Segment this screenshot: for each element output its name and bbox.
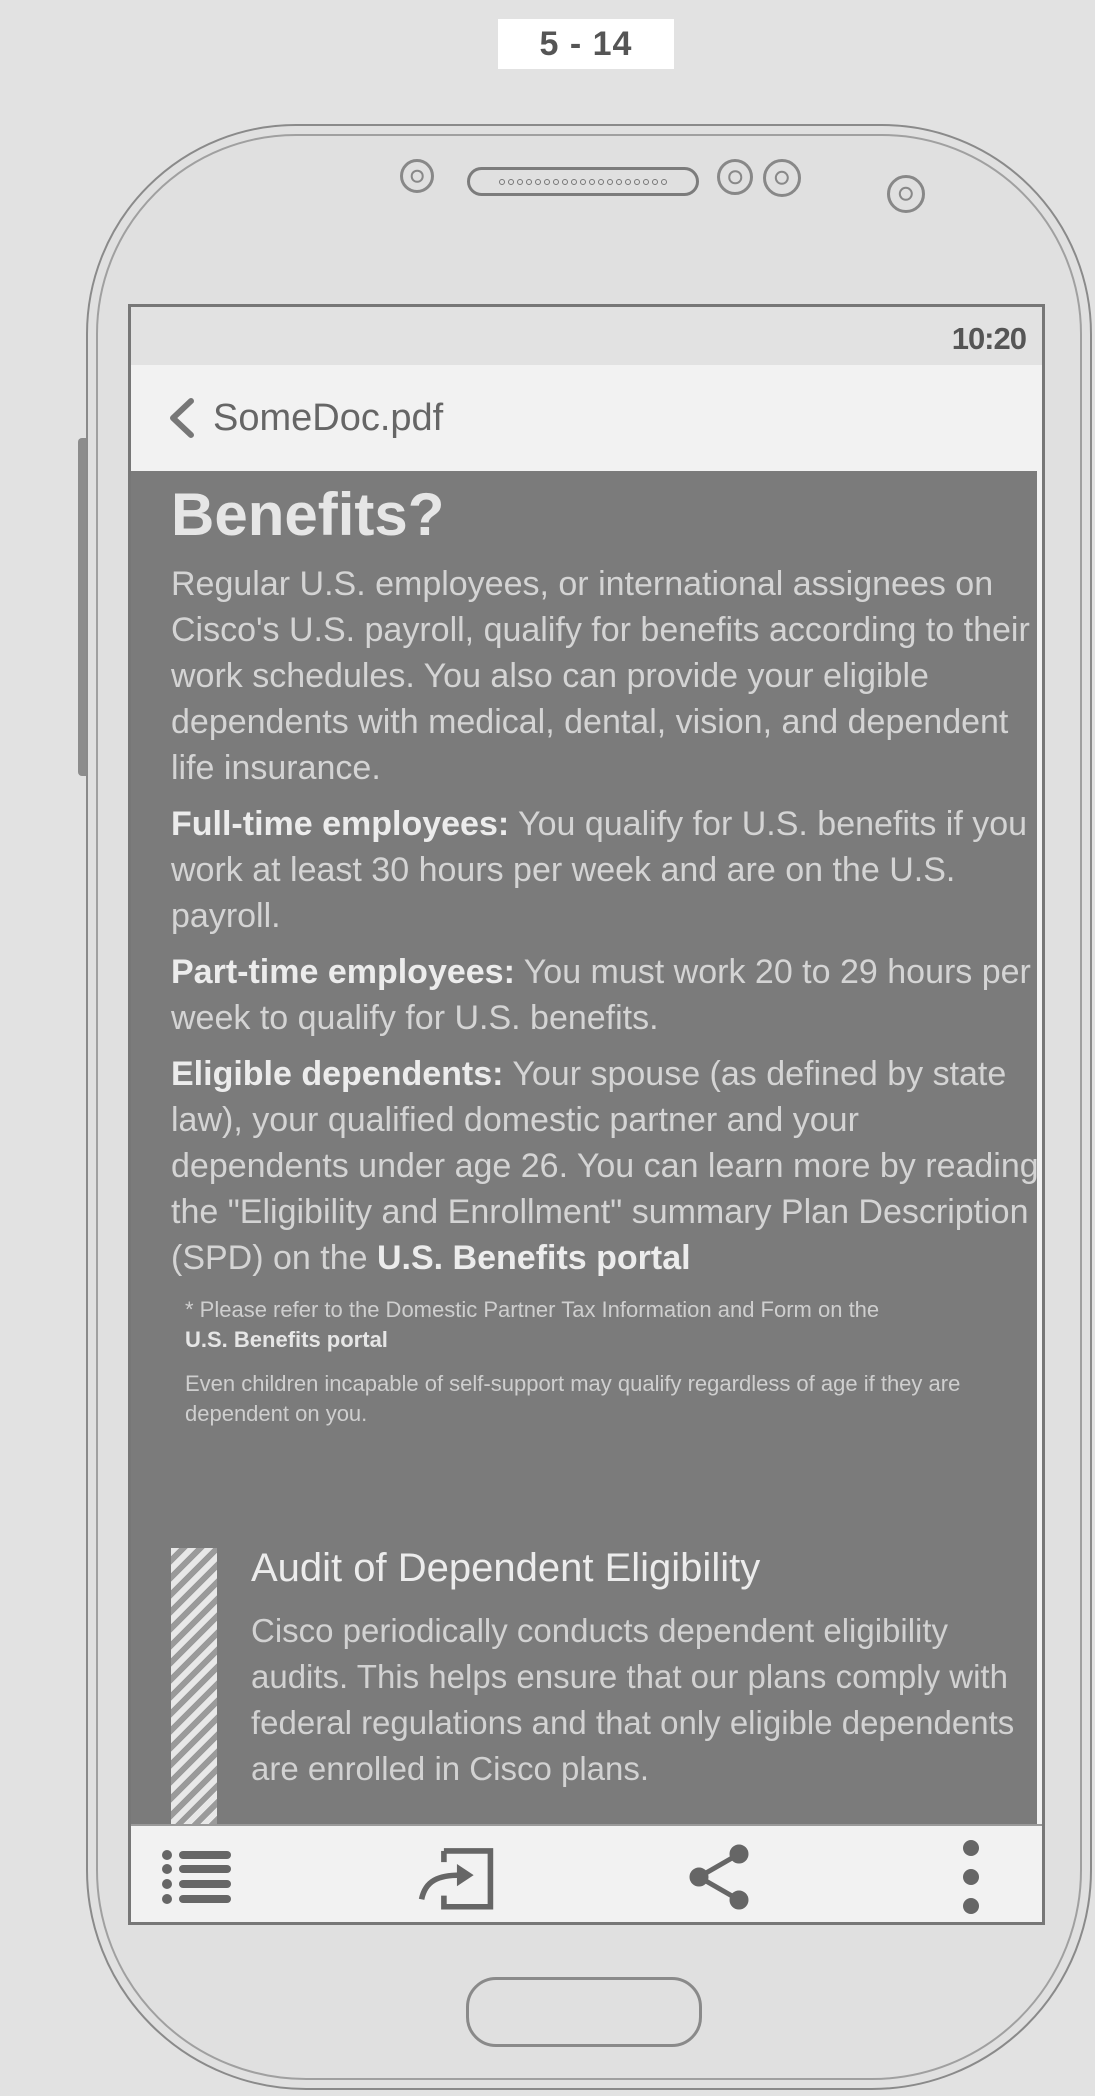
fulltime-label: Full-time employees: <box>171 805 510 843</box>
page-heading: Benefits? <box>171 481 445 548</box>
share-button[interactable] <box>679 1842 759 1912</box>
benefits-portal-link[interactable]: U.S. Benefits portal <box>377 1239 691 1277</box>
side-button <box>78 438 86 776</box>
footnote-text: Even children incapable of self-support … <box>185 1371 961 1426</box>
sensor-icon <box>400 159 434 193</box>
section-marker <box>171 1548 217 1824</box>
more-button[interactable] <box>951 1840 991 1914</box>
fulltime-paragraph: Full-time employees: You qualify for U.S… <box>171 801 1037 939</box>
status-time: 10:20 <box>951 321 1027 356</box>
light-sensor-icon <box>887 175 925 213</box>
camera-icon <box>763 159 801 197</box>
intro-paragraph: Regular U.S. employees, or international… <box>171 565 1030 787</box>
document-view[interactable]: Benefits? Regular U.S. employees, or int… <box>131 471 1037 1824</box>
status-bar: 10:20 <box>131 307 1042 365</box>
document-page: Benefits? Regular U.S. employees, or int… <box>171 471 1037 1429</box>
speaker-grille <box>467 167 699 196</box>
footnote: * Please refer to the Domestic Partner T… <box>185 1295 1037 1355</box>
section-paragraph: Cisco periodically conducts dependent el… <box>251 1612 1015 1787</box>
dependents-paragraph: Eligible dependents: Your spouse (as def… <box>171 1051 1037 1281</box>
footnote-text: * Please refer to the Domestic Partner T… <box>185 1297 880 1322</box>
menu-button[interactable] <box>157 1842 237 1912</box>
parttime-label: Part-time employees: <box>171 953 515 991</box>
parttime-paragraph: Part-time employees: You must work 20 to… <box>171 949 1037 1041</box>
section-heading: Audit of Dependent Eligibility <box>251 1546 761 1590</box>
document-title: SomeDoc.pdf <box>213 396 444 439</box>
list-icon <box>162 1850 231 1904</box>
share-icon <box>689 1844 749 1910</box>
home-button[interactable] <box>466 1977 702 2047</box>
page-label: 5 - 14 <box>498 19 674 69</box>
more-vertical-icon <box>963 1840 979 1914</box>
present-button[interactable] <box>416 1842 496 1912</box>
bottom-toolbar <box>131 1824 1042 1922</box>
back-button[interactable] <box>157 388 207 448</box>
screen: 10:20 SomeDoc.pdf Benefits? Regular U.S.… <box>128 304 1045 1925</box>
chevron-left-icon <box>170 398 194 438</box>
footnote: Even children incapable of self-support … <box>185 1369 1037 1429</box>
dependents-label: Eligible dependents: <box>171 1055 504 1093</box>
camera-icon <box>717 159 753 195</box>
title-bar: SomeDoc.pdf <box>131 365 1042 471</box>
cast-icon <box>418 1848 494 1910</box>
benefits-portal-link[interactable]: U.S. Benefits portal <box>185 1327 388 1352</box>
